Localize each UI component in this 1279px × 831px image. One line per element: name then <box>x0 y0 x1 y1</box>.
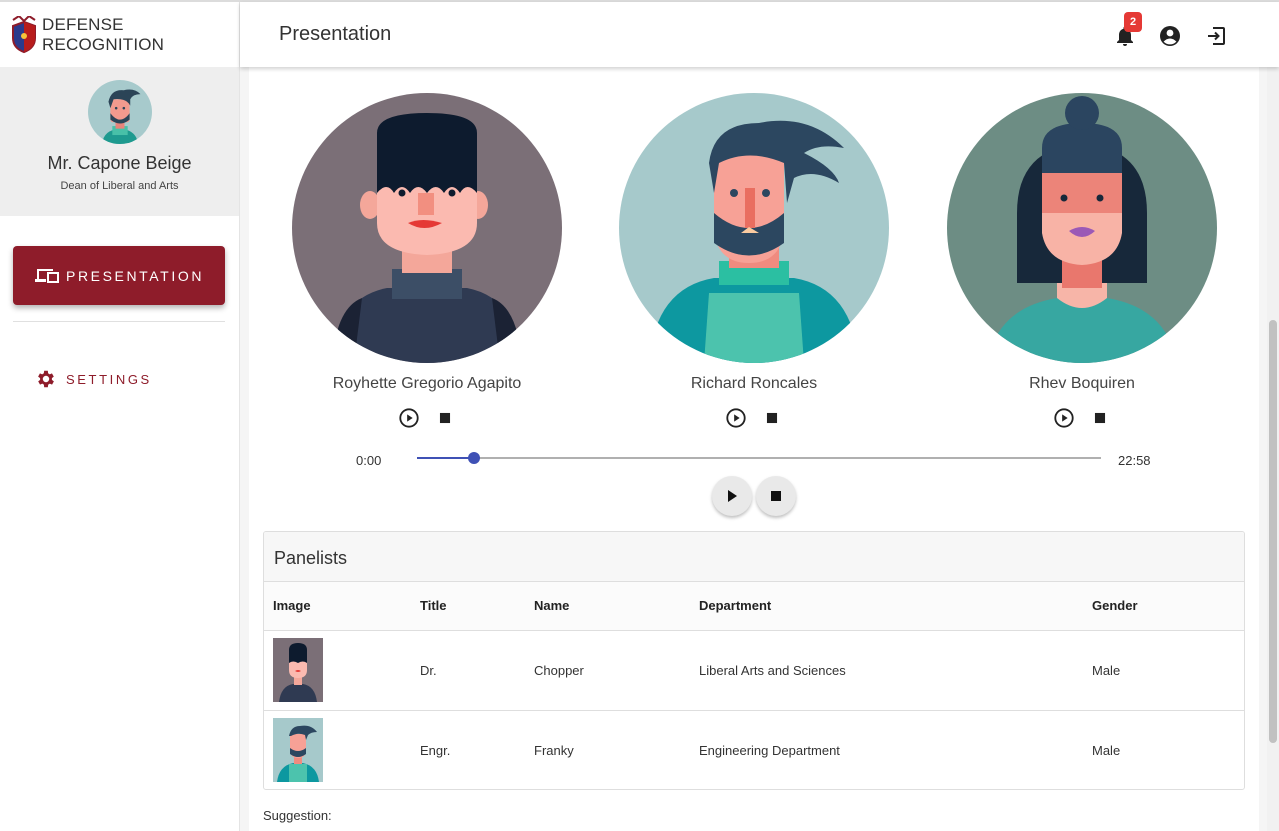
speaker-card: Richard Roncales <box>619 93 889 429</box>
brand[interactable]: DEFENSE RECOGNITION <box>0 2 239 67</box>
play-button[interactable] <box>712 476 752 516</box>
logout-icon[interactable] <box>1204 24 1228 48</box>
cell-department: Liberal Arts and Sciences <box>699 630 1092 711</box>
play-circle-icon[interactable] <box>398 407 420 429</box>
notification-badge: 2 <box>1124 12 1142 32</box>
panel-title: Panelists <box>264 532 1244 582</box>
sidebar: DEFENSE RECOGNITION Mr. Capone Beige Dea… <box>0 2 240 831</box>
user-role: Dean of Liberal and Arts <box>60 180 179 192</box>
speaker-card: Royhette Gregorio Agapito <box>292 93 562 429</box>
sidebar-item-label: SETTINGS <box>66 371 152 387</box>
speaker-name: Richard Roncales <box>690 375 818 392</box>
seek-progress <box>417 457 475 459</box>
table-row[interactable]: Dr. Chopper Liberal Arts and Sciences Ma… <box>264 630 1244 711</box>
sidebar-item-label: PRESENTATION <box>66 267 205 284</box>
panelist-image <box>273 638 323 702</box>
play-circle-icon[interactable] <box>1053 407 1075 429</box>
cell-title: Engr. <box>420 742 451 758</box>
table-row[interactable]: Engr. Franky Engineering Department Male <box>264 710 1244 789</box>
play-icon <box>728 490 737 502</box>
devices-icon <box>35 268 59 283</box>
panelist-image <box>273 718 323 783</box>
user-name: Mr. Capone Beige <box>47 153 192 173</box>
gear-icon <box>38 370 54 388</box>
scrollbar-thumb[interactable] <box>1269 320 1277 743</box>
column-header: Department <box>699 582 1092 631</box>
speaker-card: Rhev Boquiren <box>947 93 1217 429</box>
cell-name: Franky <box>534 742 574 758</box>
main-content: Royhette Gregorio Agapito Richard Roncal… <box>240 67 1279 831</box>
column-header: Name <box>534 582 699 631</box>
brand-line-2: RECOGNITION <box>42 34 165 54</box>
column-header: Gender <box>1092 582 1244 631</box>
stop-button[interactable] <box>756 476 796 516</box>
column-header: Image <box>264 582 420 631</box>
presentation-card: Royhette Gregorio Agapito Richard Roncal… <box>249 67 1259 831</box>
speaker-avatar <box>947 93 1217 363</box>
stop-icon[interactable] <box>434 407 456 429</box>
divider <box>13 321 225 322</box>
sidebar-item-presentation[interactable]: PRESENTATION <box>13 246 225 305</box>
stop-icon <box>771 491 781 501</box>
cell-gender: Male <box>1092 630 1244 711</box>
panelists-panel: Panelists Image Title Name Department Ge… <box>263 531 1245 790</box>
play-circle-icon[interactable] <box>725 407 747 429</box>
stop-icon[interactable] <box>1089 407 1111 429</box>
current-time: 0:00 <box>356 453 382 468</box>
speaker-name: Rhev Boquiren <box>1029 375 1135 392</box>
shield-logo-icon <box>12 15 36 53</box>
account-circle-icon[interactable] <box>1158 24 1182 48</box>
panelists-table: Image Title Name Department Gender Dr. C… <box>264 582 1244 789</box>
scrollbar[interactable] <box>1267 67 1279 831</box>
audio-seek-slider[interactable] <box>417 452 1101 464</box>
suggestion-label: Suggestion: <box>263 808 332 823</box>
sidebar-item-settings[interactable]: SETTINGS <box>35 368 152 390</box>
stop-icon[interactable] <box>761 407 783 429</box>
total-time: 22:58 <box>1118 453 1151 468</box>
table-header-row: Image Title Name Department Gender <box>264 582 1244 631</box>
cell-gender: Male <box>1092 742 1121 758</box>
seek-handle[interactable] <box>468 452 481 464</box>
cell-title: Dr. <box>420 630 534 711</box>
user-profile: Mr. Capone Beige Dean of Liberal and Art… <box>0 67 239 216</box>
speaker-avatar <box>619 93 889 363</box>
page-title: Presentation <box>279 23 392 45</box>
avatar[interactable] <box>87 80 152 144</box>
cell-name: Chopper <box>534 630 699 711</box>
speaker-avatar <box>292 93 562 363</box>
column-header: Title <box>420 582 534 631</box>
cell-department: Engineering Department <box>699 742 840 758</box>
top-bar: Presentation 2 <box>240 2 1279 67</box>
speaker-name: Royhette Gregorio Agapito <box>332 375 522 392</box>
brand-line-1: DEFENSE <box>42 14 124 34</box>
